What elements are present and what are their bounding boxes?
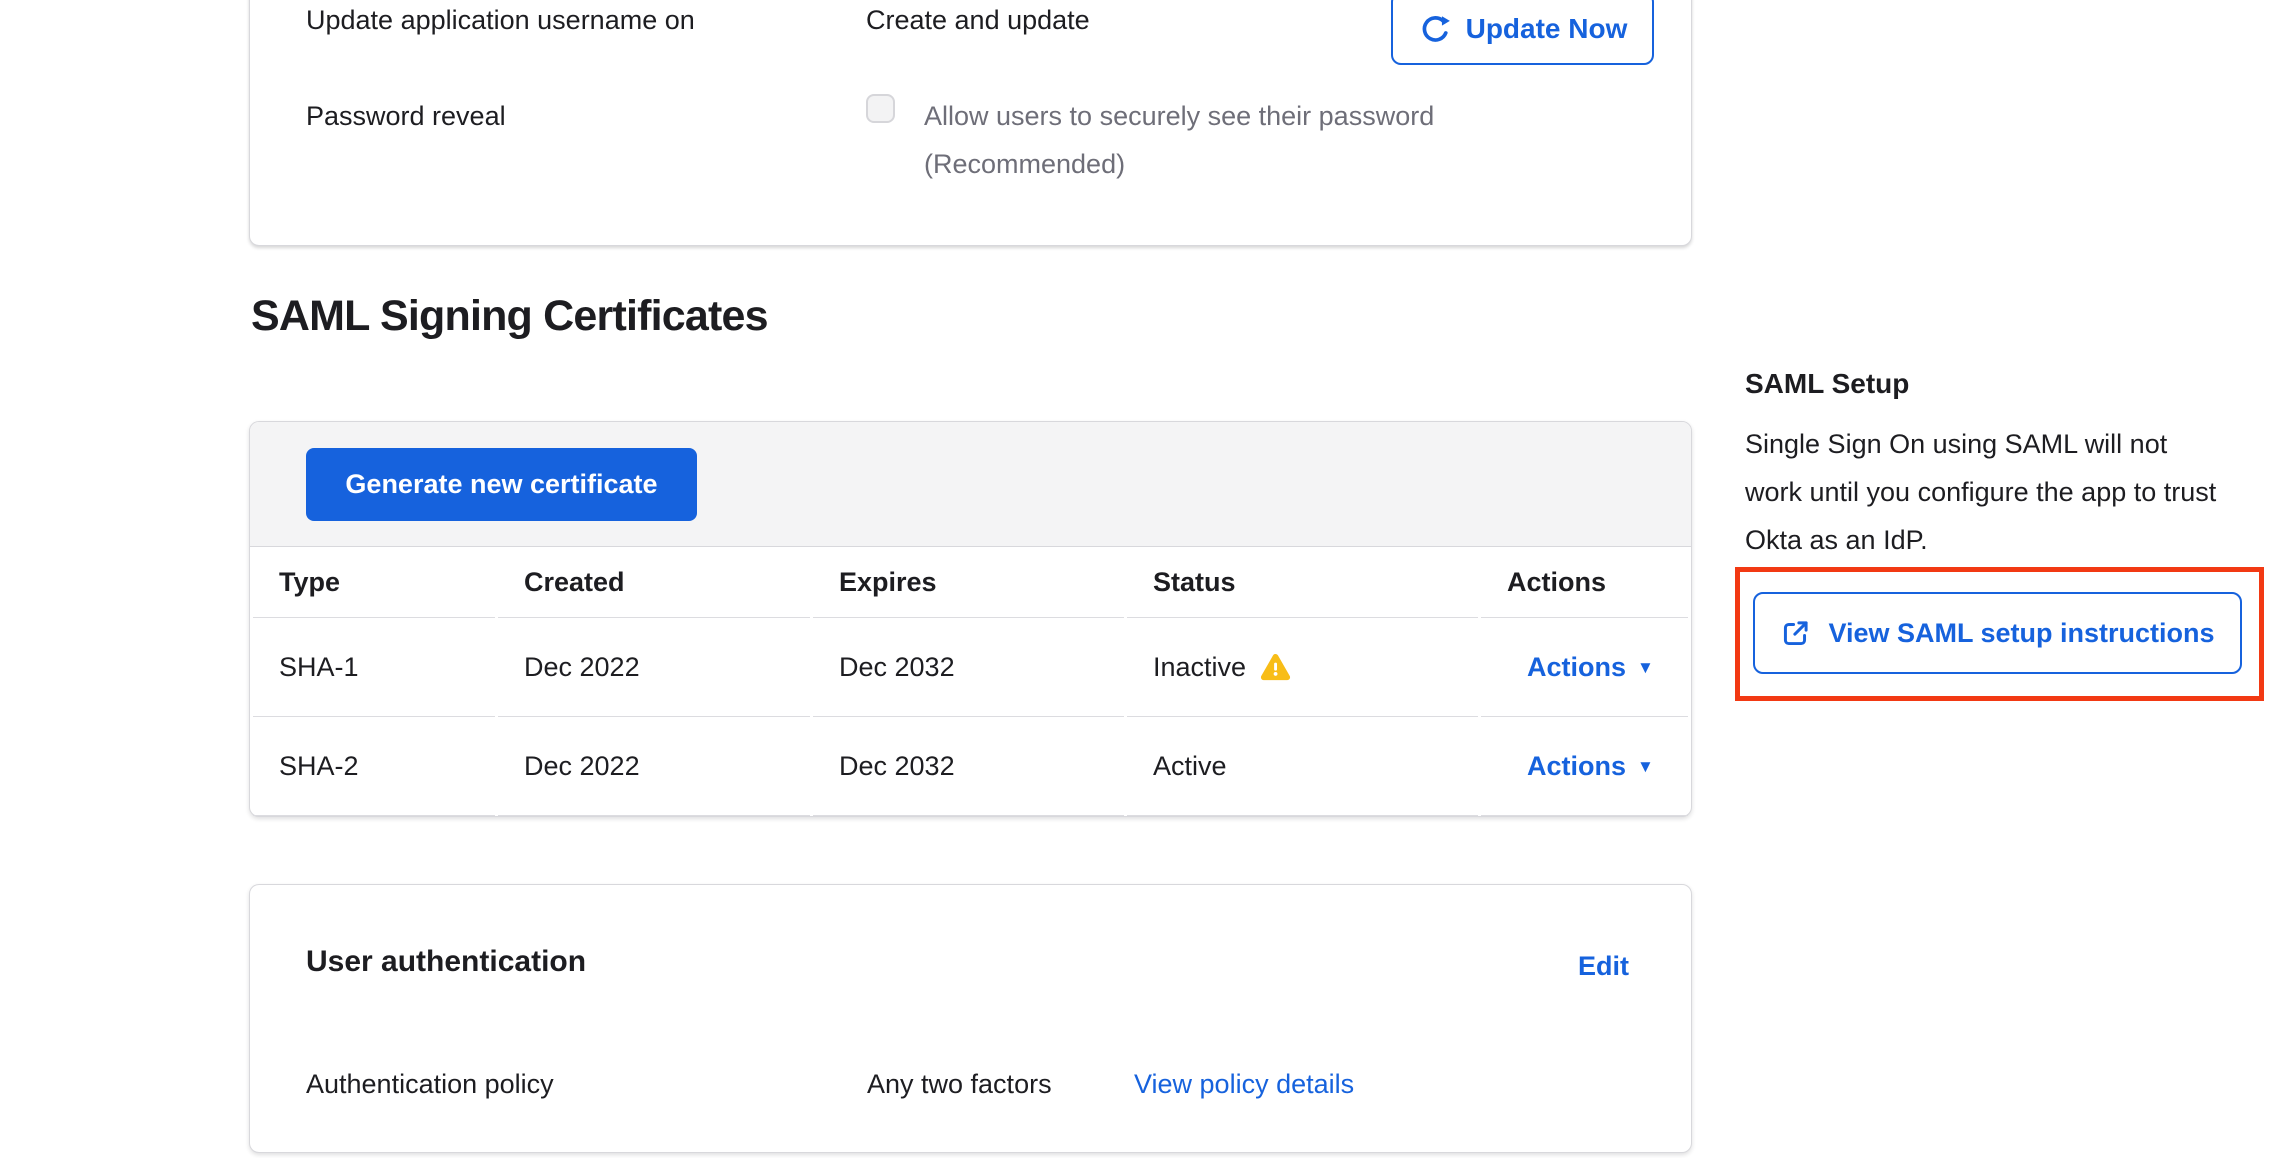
actions-label: Actions <box>1527 652 1626 683</box>
saml-setup-description: Single Sign On using SAML will not work … <box>1745 420 2223 564</box>
column-header-expires: Expires <box>813 548 1124 618</box>
warning-icon <box>1260 653 1291 682</box>
certificates-toolbar: Generate new certificate <box>250 422 1691 547</box>
update-username-label: Update application username on <box>306 3 695 37</box>
page-title: SAML Signing Certificates <box>251 292 768 341</box>
column-header-actions: Actions <box>1481 548 1688 618</box>
authentication-policy-value: Any two factors <box>867 1067 1052 1101</box>
actions-dropdown[interactable]: Actions ▼ <box>1527 751 1654 782</box>
status-text: Active <box>1153 751 1227 782</box>
saml-setup-title: SAML Setup <box>1745 368 1909 400</box>
cert-status: Inactive <box>1127 618 1478 717</box>
password-reveal-description-2: (Recommended) <box>924 147 1125 181</box>
actions-dropdown[interactable]: Actions ▼ <box>1527 652 1654 683</box>
table-row-sha1: SHA-1 Dec 2022 Dec 2032 Inactive <box>253 618 1688 717</box>
chevron-down-icon: ▼ <box>1637 658 1654 678</box>
generate-certificate-button[interactable]: Generate new certificate <box>306 448 697 521</box>
saml-certificates-panel: Generate new certificate Type Created Ex… <box>249 421 1692 817</box>
update-now-button[interactable]: Update Now <box>1391 0 1654 65</box>
cert-type: SHA-2 <box>253 717 495 816</box>
cert-created: Dec 2022 <box>498 717 810 816</box>
authentication-policy-label: Authentication policy <box>306 1067 554 1101</box>
external-link-icon <box>1780 618 1811 649</box>
column-header-created: Created <box>498 548 810 618</box>
table-row-sha2: SHA-2 Dec 2022 Dec 2032 Active Actions ▼ <box>253 717 1688 816</box>
cert-actions: Actions ▼ <box>1481 618 1688 717</box>
view-saml-setup-instructions-button[interactable]: View SAML setup instructions <box>1753 592 2242 674</box>
cert-expires: Dec 2032 <box>813 618 1124 717</box>
table-header-row: Type Created Expires Status Actions <box>253 548 1688 618</box>
update-username-value: Create and update <box>866 3 1090 37</box>
chevron-down-icon: ▼ <box>1637 757 1654 777</box>
cert-status: Active <box>1127 717 1478 816</box>
setup-instructions-label: View SAML setup instructions <box>1828 618 2214 649</box>
password-reveal-checkbox[interactable] <box>866 94 895 123</box>
certificates-table: Type Created Expires Status Actions SHA-… <box>250 548 1691 816</box>
cert-type: SHA-1 <box>253 618 495 717</box>
sign-on-settings-card: Update application username on Create an… <box>249 0 1692 246</box>
cert-expires: Dec 2032 <box>813 717 1124 816</box>
cert-actions: Actions ▼ <box>1481 717 1688 816</box>
cert-created: Dec 2022 <box>498 618 810 717</box>
status-text: Inactive <box>1153 652 1246 683</box>
view-policy-details-link[interactable]: View policy details <box>1134 1067 1354 1101</box>
edit-link[interactable]: Edit <box>1578 951 1629 982</box>
actions-label: Actions <box>1527 751 1626 782</box>
refresh-icon <box>1418 12 1452 46</box>
column-header-type: Type <box>253 548 495 618</box>
user-authentication-card: User authentication Edit Authentication … <box>249 884 1692 1153</box>
password-reveal-label: Password reveal <box>306 99 506 133</box>
column-header-status: Status <box>1127 548 1478 618</box>
update-now-label: Update Now <box>1466 13 1628 45</box>
saml-settings-page: Update application username on Create an… <box>0 0 2279 1158</box>
password-reveal-description: Allow users to securely see their passwo… <box>924 99 1434 133</box>
user-authentication-title: User authentication <box>306 945 586 979</box>
